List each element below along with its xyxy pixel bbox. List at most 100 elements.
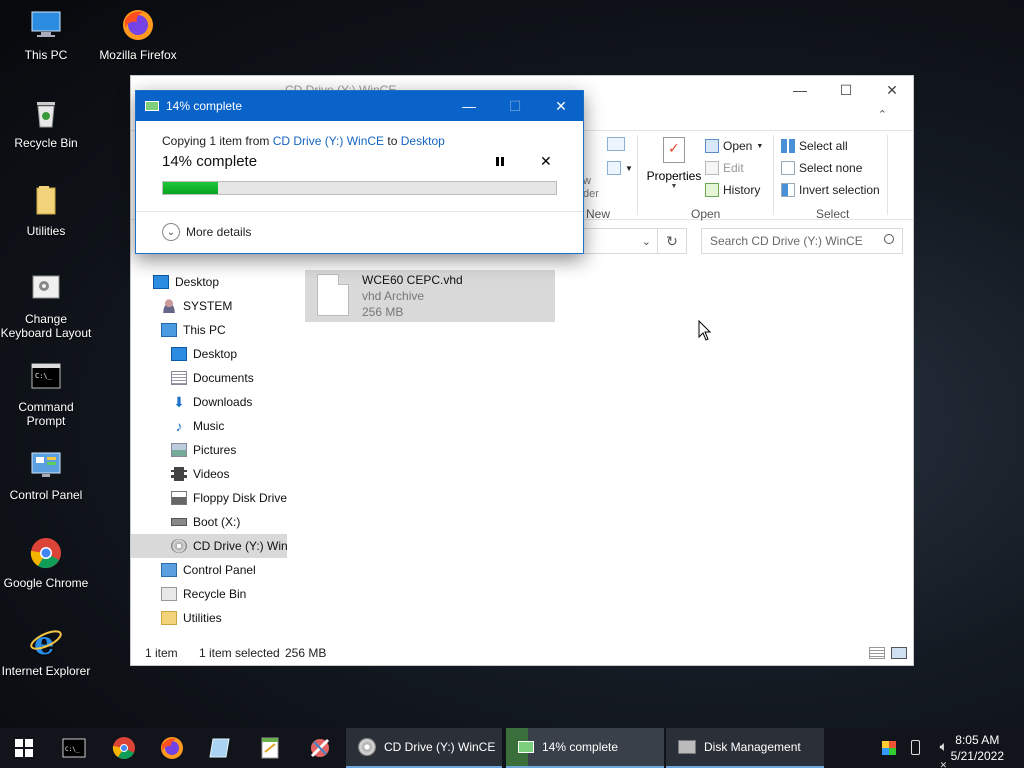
copy-description: Copying 1 item from CD Drive (Y:) WinCE … bbox=[162, 134, 445, 148]
taskbar-task-disk-management[interactable]: Disk Management bbox=[666, 728, 824, 768]
chrome-icon bbox=[29, 536, 63, 570]
properties-button[interactable]: ✓ Properties ▼ bbox=[645, 137, 703, 190]
nav-item-floppy-disk-drive[interactable]: Floppy Disk Drive bbox=[171, 486, 287, 510]
taskbar-app-paper[interactable] bbox=[208, 736, 232, 760]
file-item-selected[interactable]: WCE60 CEPC.vhd vhd Archive 256 MB bbox=[305, 270, 555, 322]
nav-item-cd-drive[interactable]: CD Drive (Y:) WinCE bbox=[131, 534, 287, 558]
desktop-icon-internet-explorer[interactable]: e Internet Explorer bbox=[0, 624, 92, 678]
firefox-icon bbox=[121, 8, 155, 42]
dialog-close-button[interactable]: ✕ bbox=[538, 91, 584, 121]
taskbar-clock[interactable]: 8:05 AM 5/21/2022 bbox=[951, 732, 1004, 764]
nav-item-system[interactable]: SYSTEM bbox=[161, 294, 287, 318]
maximize-button[interactable]: ☐ bbox=[823, 76, 869, 104]
taskbar-command-prompt[interactable]: C:\_ bbox=[62, 736, 86, 760]
desktop-icon-utilities[interactable]: Utilities bbox=[0, 184, 92, 238]
dialog-title-bar[interactable]: 14% complete — ☐ ✕ bbox=[136, 91, 583, 121]
maximize-icon: ☐ bbox=[508, 97, 522, 114]
speaker-muted-icon[interactable]: 🔈︎✕ bbox=[940, 738, 948, 768]
taskbar-chrome[interactable] bbox=[112, 736, 136, 760]
refresh-button[interactable]: ↻ bbox=[657, 228, 687, 254]
nav-item-downloads[interactable]: ⬇ Downloads bbox=[171, 390, 287, 414]
nav-item-boot-drive[interactable]: Boot (X:) bbox=[171, 510, 287, 534]
desktop-icon-recycle-bin[interactable]: Recycle Bin bbox=[0, 96, 92, 150]
select-none-icon bbox=[781, 161, 795, 175]
file-type: vhd Archive bbox=[362, 289, 425, 303]
easy-access-icon bbox=[607, 161, 621, 175]
new-item-button[interactable] bbox=[607, 137, 625, 151]
desktop-icon-firefox[interactable]: Mozilla Firefox bbox=[92, 8, 184, 62]
nav-item-desktop-sub[interactable]: Desktop bbox=[171, 342, 287, 366]
nav-item-desktop[interactable]: Desktop bbox=[153, 270, 287, 294]
refresh-icon: ↻ bbox=[666, 232, 678, 249]
internet-explorer-icon: e bbox=[29, 624, 63, 662]
chevron-down-icon: ▼ bbox=[625, 163, 633, 173]
ribbon-collapse-chevron-icon[interactable]: ⌃ bbox=[878, 108, 887, 121]
chevron-down-icon: ⌄ bbox=[641, 235, 651, 248]
copy-progress-icon bbox=[518, 741, 534, 753]
navigation-pane: Desktop SYSTEM This PC Desktop Documents… bbox=[131, 272, 287, 642]
details-view-icon[interactable] bbox=[869, 647, 885, 659]
history-button[interactable]: History bbox=[705, 183, 760, 197]
close-button[interactable]: ✕ bbox=[869, 76, 915, 104]
file-size: 256 MB bbox=[362, 305, 404, 319]
nav-item-pictures[interactable]: Pictures bbox=[171, 438, 287, 462]
easy-access-button[interactable]: ▼ bbox=[607, 161, 633, 175]
more-details-button[interactable]: ⌄ More details bbox=[162, 223, 251, 241]
taskbar-task-explorer[interactable]: CD Drive (Y:) WinCE bbox=[346, 728, 502, 768]
desktop-icon-label: This PC bbox=[24, 48, 68, 62]
dialog-maximize-button[interactable]: ☐ bbox=[492, 91, 538, 121]
taskbar-firefox[interactable] bbox=[160, 736, 184, 760]
minimize-button[interactable]: — bbox=[777, 76, 823, 104]
taskbar-app-notepad[interactable] bbox=[258, 736, 282, 760]
taskbar-task-copy-progress[interactable]: 14% complete bbox=[506, 728, 664, 768]
nav-item-music[interactable]: ♪ Music bbox=[171, 414, 287, 438]
nav-item-label: Videos bbox=[193, 467, 230, 481]
start-button[interactable] bbox=[0, 728, 48, 768]
desktop-icon-control-panel[interactable]: Control Panel bbox=[0, 448, 92, 502]
nav-item-this-pc[interactable]: This PC bbox=[161, 318, 287, 342]
desktop-icon-change-keyboard-layout[interactable]: Change Keyboard Layout bbox=[0, 272, 92, 340]
svg-text:C:\_: C:\_ bbox=[35, 372, 53, 380]
monitor-icon bbox=[29, 8, 63, 42]
search-input[interactable]: Search CD Drive (Y:) WinCE bbox=[701, 228, 903, 254]
task-label: 14% complete bbox=[542, 740, 619, 754]
desktop-icon-chrome[interactable]: Google Chrome bbox=[0, 536, 92, 590]
usb-device-icon[interactable] bbox=[911, 740, 920, 755]
select-none-button[interactable]: Select none bbox=[781, 161, 862, 175]
nav-item-label: CD Drive (Y:) WinCE bbox=[193, 539, 287, 553]
nav-item-videos[interactable]: Videos bbox=[171, 462, 287, 486]
invert-selection-button[interactable]: Invert selection bbox=[781, 183, 880, 197]
nav-item-control-panel[interactable]: Control Panel bbox=[161, 558, 287, 582]
nav-item-utilities[interactable]: Utilities bbox=[161, 606, 287, 630]
dialog-minimize-button[interactable]: — bbox=[446, 91, 492, 121]
cd-drive-icon bbox=[171, 539, 187, 553]
task-label: CD Drive (Y:) WinCE bbox=[384, 740, 496, 754]
desktop-icon-this-pc[interactable]: This PC bbox=[0, 8, 92, 62]
nav-item-documents[interactable]: Documents bbox=[171, 366, 287, 390]
status-bar: 1 item 1 item selected 256 MB bbox=[131, 641, 913, 665]
desktop-icon-command-prompt[interactable]: C:\_ Command Prompt bbox=[0, 360, 92, 428]
open-button[interactable]: Open ▼ bbox=[705, 139, 763, 153]
copy-progress-icon bbox=[145, 101, 159, 111]
nav-item-label: SYSTEM bbox=[183, 299, 233, 313]
pause-button[interactable] bbox=[496, 157, 506, 167]
progress-fill bbox=[163, 182, 219, 194]
taskbar-app-tools[interactable] bbox=[308, 736, 332, 760]
color-palette-icon[interactable] bbox=[882, 741, 896, 755]
more-details-label: More details bbox=[186, 225, 252, 239]
windows-logo-icon bbox=[15, 739, 33, 757]
edit-button[interactable]: Edit bbox=[705, 161, 744, 175]
cd-drive-icon bbox=[358, 738, 376, 756]
nav-item-recycle-bin[interactable]: Recycle Bin bbox=[161, 582, 287, 606]
desktop-icon-label: Google Chrome bbox=[3, 576, 89, 590]
cancel-copy-button[interactable]: ✕ bbox=[540, 153, 552, 170]
copy-source-link[interactable]: CD Drive (Y:) WinCE bbox=[273, 134, 384, 148]
disk-management-icon bbox=[678, 740, 696, 754]
minimize-icon: — bbox=[793, 82, 807, 98]
desktop-icon-label: Change Keyboard Layout bbox=[0, 312, 92, 340]
large-icons-view-icon[interactable] bbox=[891, 647, 907, 659]
select-all-button[interactable]: Select all bbox=[781, 139, 848, 153]
film-strip-icon bbox=[171, 467, 187, 481]
copy-destination-link[interactable]: Desktop bbox=[401, 134, 445, 148]
maximize-icon: ☐ bbox=[839, 81, 853, 98]
